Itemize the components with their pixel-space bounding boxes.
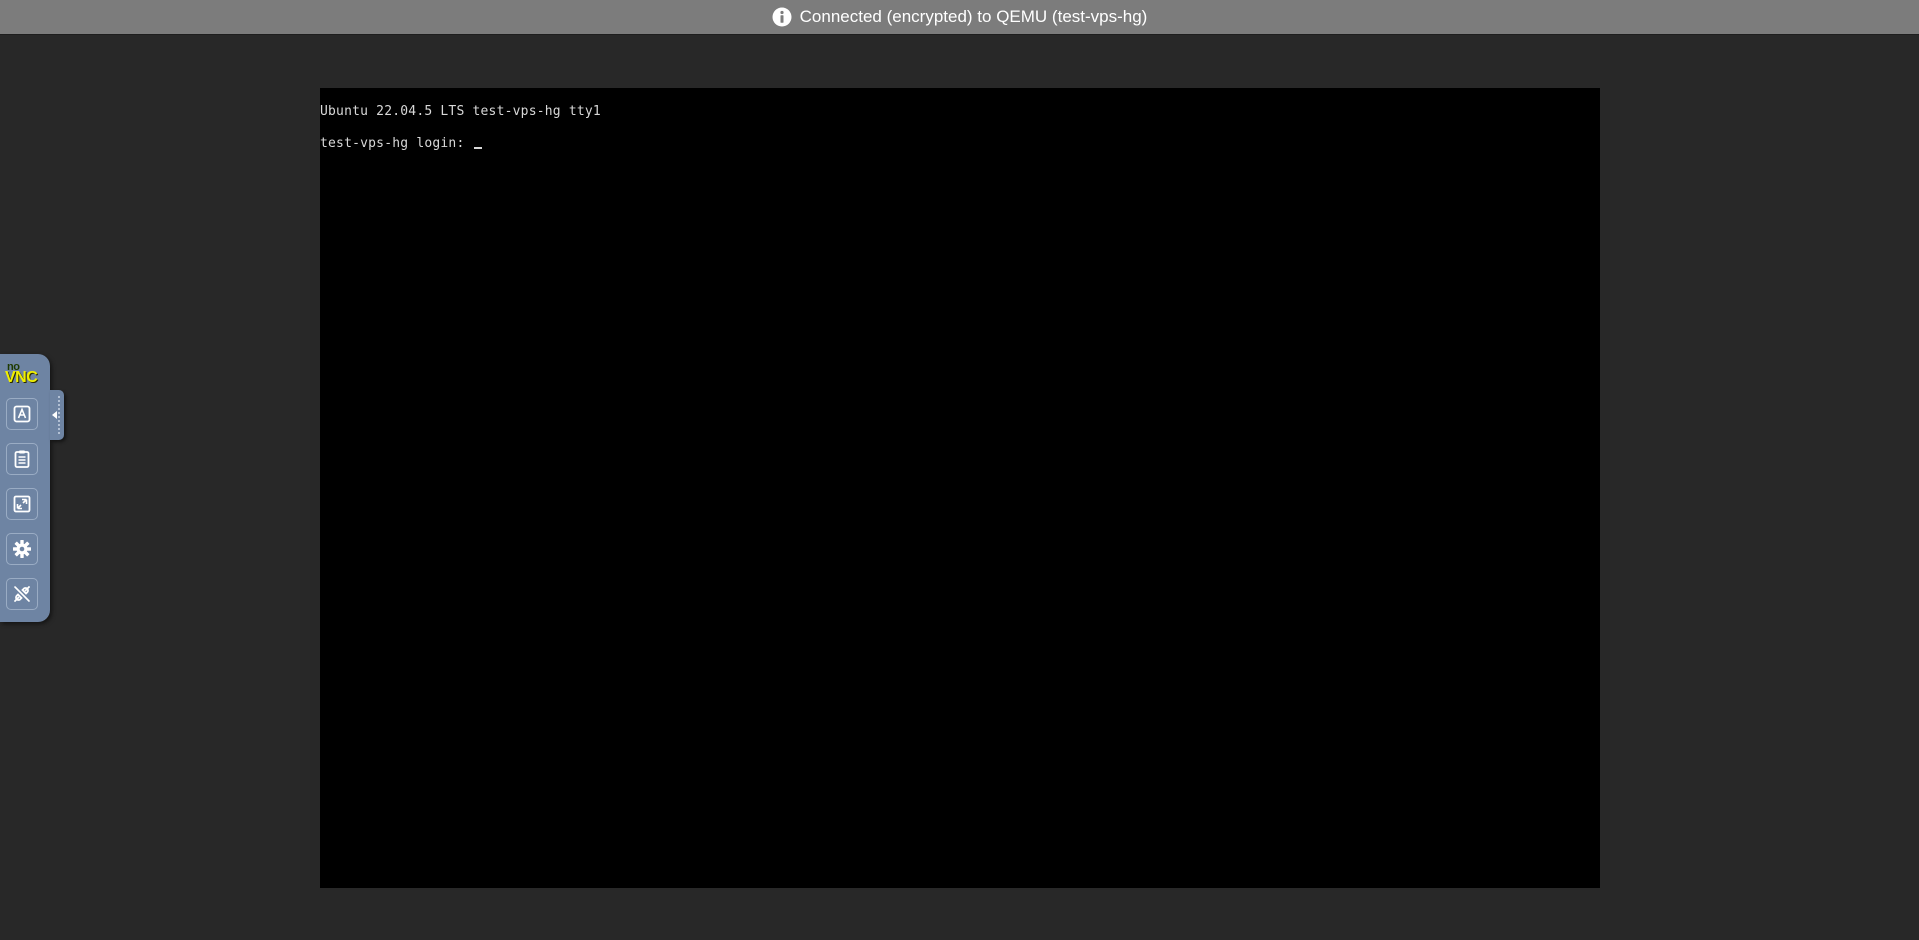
vnc-screen[interactable]: Ubuntu 22.04.5 LTS test-vps-hg tty1 test… (320, 88, 1600, 888)
disconnect-icon (14, 586, 30, 602)
grip-icon (58, 395, 60, 435)
terminal-line-banner: Ubuntu 22.04.5 LTS test-vps-hg tty1 (320, 104, 601, 119)
status-bar: Connected (encrypted) to QEMU (test-vps-… (0, 0, 1919, 35)
keyboard-button[interactable] (6, 398, 38, 430)
terminal-line-login-prompt: test-vps-hg login: (320, 136, 482, 151)
novnc-control-bar: no VNC (0, 354, 50, 622)
settings-gear-icon (13, 540, 31, 558)
clipboard-button[interactable] (6, 443, 38, 475)
keyboard-icon (13, 405, 31, 423)
control-bar-handle[interactable] (50, 390, 64, 440)
settings-button[interactable] (6, 533, 38, 565)
login-prompt-text: test-vps-hg login: (320, 136, 473, 151)
collapse-arrow-icon (52, 411, 57, 419)
text-cursor (473, 147, 482, 149)
status-message: Connected (encrypted) to QEMU (test-vps-… (799, 7, 1148, 26)
info-icon (772, 7, 792, 27)
clipboard-icon (14, 450, 30, 468)
novnc-logo: no VNC (5, 361, 38, 386)
fullscreen-button[interactable] (6, 488, 38, 520)
fullscreen-icon (13, 495, 31, 513)
disconnect-button[interactable] (6, 578, 38, 610)
